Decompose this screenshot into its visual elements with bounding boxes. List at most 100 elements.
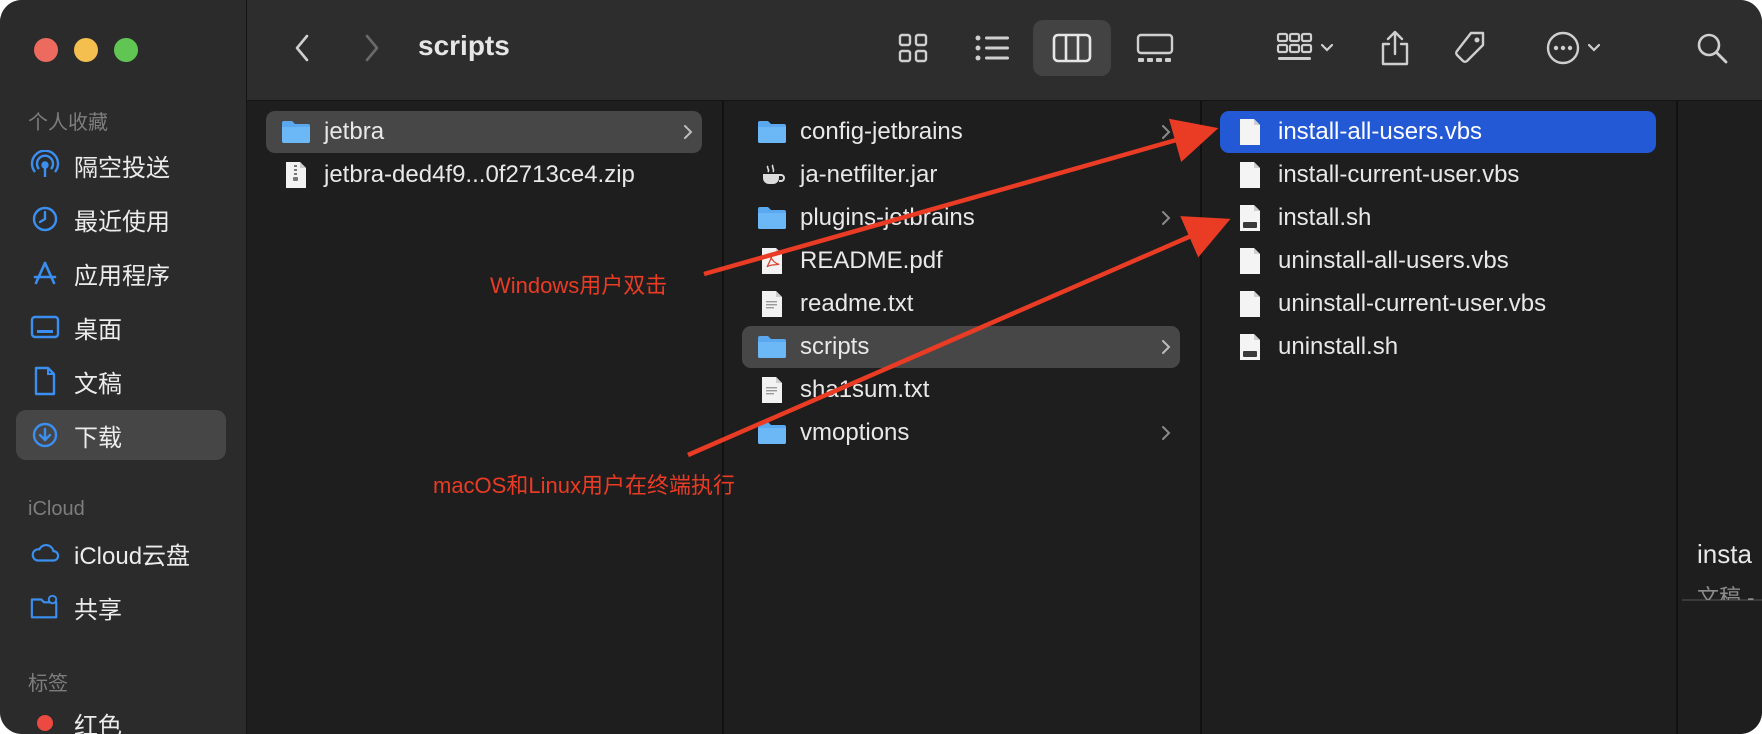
gallery-icon bbox=[1136, 33, 1174, 62]
sidebar: 个人收藏 隔空投送 最近使用 应用程序 桌面 文稿 下载 iCloud iClo… bbox=[0, 0, 247, 734]
sidebar-item-icloud-drive[interactable]: iCloud云盘 bbox=[16, 528, 226, 578]
sidebar-item-applications[interactable]: 应用程序 bbox=[16, 248, 226, 298]
list-item[interactable]: install-all-users.vbs bbox=[1220, 111, 1656, 153]
back-button[interactable] bbox=[287, 28, 317, 68]
file-name: readme.txt bbox=[800, 290, 914, 317]
script-file-icon bbox=[1234, 331, 1266, 363]
share-button[interactable] bbox=[1373, 20, 1417, 76]
list-item[interactable]: jetbra bbox=[266, 111, 702, 153]
list-item[interactable]: install.sh bbox=[1220, 197, 1656, 239]
sidebar-section-icloud: iCloud bbox=[28, 498, 85, 520]
list-icon bbox=[975, 35, 1009, 61]
script-file-icon bbox=[1234, 202, 1266, 234]
sidebar-item-label: iCloud云盘 bbox=[74, 542, 191, 570]
file-name: vmoptions bbox=[800, 419, 910, 446]
list-item[interactable]: uninstall.sh bbox=[1220, 326, 1656, 368]
chevron-right-icon bbox=[1162, 125, 1171, 139]
file-name: ja-netfilter.jar bbox=[800, 161, 938, 188]
file-icon bbox=[1234, 159, 1266, 191]
file-name: install.sh bbox=[1278, 204, 1372, 231]
sidebar-item-label: 应用程序 bbox=[74, 262, 170, 290]
list-item[interactable]: config-jetbrains bbox=[742, 111, 1180, 153]
folder-icon bbox=[756, 116, 788, 148]
sidebar-item-label: 红色 bbox=[74, 712, 122, 734]
list-item[interactable]: jetbra-ded4f9...0f2713ce4.zip bbox=[266, 154, 702, 196]
more-actions-button[interactable] bbox=[1535, 22, 1611, 74]
chevron-right-icon bbox=[684, 125, 693, 139]
sidebar-section-favorites: 个人收藏 bbox=[28, 112, 108, 134]
folder-icon bbox=[756, 202, 788, 234]
applications-icon bbox=[30, 258, 60, 288]
sidebar-item-desktop[interactable]: 桌面 bbox=[16, 302, 226, 352]
list-item[interactable]: uninstall-all-users.vbs bbox=[1220, 240, 1656, 282]
list-item[interactable]: plugins-jetbrains bbox=[742, 197, 1180, 239]
sidebar-item-label: 桌面 bbox=[74, 316, 122, 344]
sidebar-item-downloads[interactable]: 下载 bbox=[16, 410, 226, 460]
chevron-right-icon bbox=[1162, 340, 1171, 354]
sidebar-item-shared[interactable]: 共享 bbox=[16, 582, 226, 632]
file-name: uninstall.sh bbox=[1278, 333, 1399, 360]
file-name: jetbra bbox=[324, 118, 385, 145]
file-name: uninstall-all-users.vbs bbox=[1278, 247, 1509, 274]
list-item[interactable]: vmoptions bbox=[742, 412, 1180, 454]
file-icon bbox=[1234, 288, 1266, 320]
list-item[interactable]: uninstall-current-user.vbs bbox=[1220, 283, 1656, 325]
preview-pane bbox=[1678, 101, 1762, 734]
zip-file-icon bbox=[280, 159, 312, 191]
sidebar-item-label: 文稿 bbox=[74, 370, 122, 398]
list-item[interactable]: install-current-user.vbs bbox=[1220, 154, 1656, 196]
zoom-button[interactable] bbox=[114, 38, 138, 62]
list-item[interactable]: README.pdf bbox=[742, 240, 1180, 282]
sidebar-item-label: 最近使用 bbox=[74, 208, 170, 236]
sidebar-item-red-tag[interactable]: 红色 bbox=[16, 698, 226, 734]
list-item[interactable]: scripts bbox=[742, 326, 1180, 368]
ellipsis-circle-icon bbox=[1546, 31, 1580, 65]
text-file-icon bbox=[756, 288, 788, 320]
download-icon bbox=[30, 420, 60, 450]
sidebar-item-recents[interactable]: 最近使用 bbox=[16, 194, 226, 244]
search-button[interactable] bbox=[1687, 22, 1737, 74]
sidebar-item-documents[interactable]: 文稿 bbox=[16, 356, 226, 406]
icon-view-button[interactable] bbox=[888, 22, 938, 74]
list-item[interactable]: readme.txt bbox=[742, 283, 1180, 325]
annotation-label-macos-linux: macOS和Linux用户在终端执行 bbox=[433, 473, 735, 498]
folder-icon bbox=[756, 331, 788, 363]
share-icon bbox=[1381, 30, 1409, 66]
red-tag-icon bbox=[30, 708, 60, 734]
preview-subtitle: 文稿 - bbox=[1697, 585, 1755, 600]
forward-button[interactable] bbox=[357, 28, 387, 68]
file-name: install-current-user.vbs bbox=[1278, 161, 1520, 188]
column-2: config-jetbrains ja-netfilter.jar plugin… bbox=[724, 101, 1202, 734]
list-item[interactable]: ja-netfilter.jar bbox=[742, 154, 1180, 196]
grid-icon bbox=[898, 33, 928, 63]
chevron-right-icon bbox=[1162, 211, 1171, 225]
column-view-button[interactable] bbox=[1033, 20, 1111, 76]
file-name: uninstall-current-user.vbs bbox=[1278, 290, 1547, 317]
preview-title: insta bbox=[1697, 539, 1752, 569]
chevron-right-icon bbox=[365, 34, 379, 62]
sidebar-item-label: 共享 bbox=[74, 596, 122, 624]
chevron-down-icon bbox=[1587, 43, 1601, 52]
tag-button[interactable] bbox=[1447, 20, 1493, 76]
file-name: jetbra-ded4f9...0f2713ce4.zip bbox=[324, 161, 635, 188]
list-view-button[interactable] bbox=[968, 22, 1018, 74]
chevron-left-icon bbox=[295, 34, 309, 62]
column-3: install-all-users.vbs install-current-us… bbox=[1202, 101, 1678, 734]
clock-icon bbox=[30, 204, 60, 234]
window-title: scripts bbox=[418, 30, 510, 61]
finder-window: 个人收藏 隔空投送 最近使用 应用程序 桌面 文稿 下载 iCloud iClo… bbox=[0, 0, 1762, 734]
list-item[interactable]: sha1sum.txt bbox=[742, 369, 1180, 411]
sidebar-item-airdrop[interactable]: 隔空投送 bbox=[16, 140, 226, 190]
file-name: plugins-jetbrains bbox=[800, 204, 975, 231]
airdrop-icon bbox=[30, 150, 60, 180]
file-name: sha1sum.txt bbox=[800, 376, 930, 403]
group-button[interactable] bbox=[1267, 22, 1343, 74]
minimize-button[interactable] bbox=[74, 38, 98, 62]
close-button[interactable] bbox=[34, 38, 58, 62]
file-icon bbox=[1234, 116, 1266, 148]
sidebar-item-label: 隔空投送 bbox=[74, 154, 170, 182]
group-icon bbox=[1276, 32, 1313, 60]
gallery-view-button[interactable] bbox=[1127, 22, 1183, 74]
file-name: install-all-users.vbs bbox=[1278, 118, 1483, 145]
column-1: jetbra jetbra-ded4f9...0f2713ce4.zip bbox=[248, 101, 724, 734]
